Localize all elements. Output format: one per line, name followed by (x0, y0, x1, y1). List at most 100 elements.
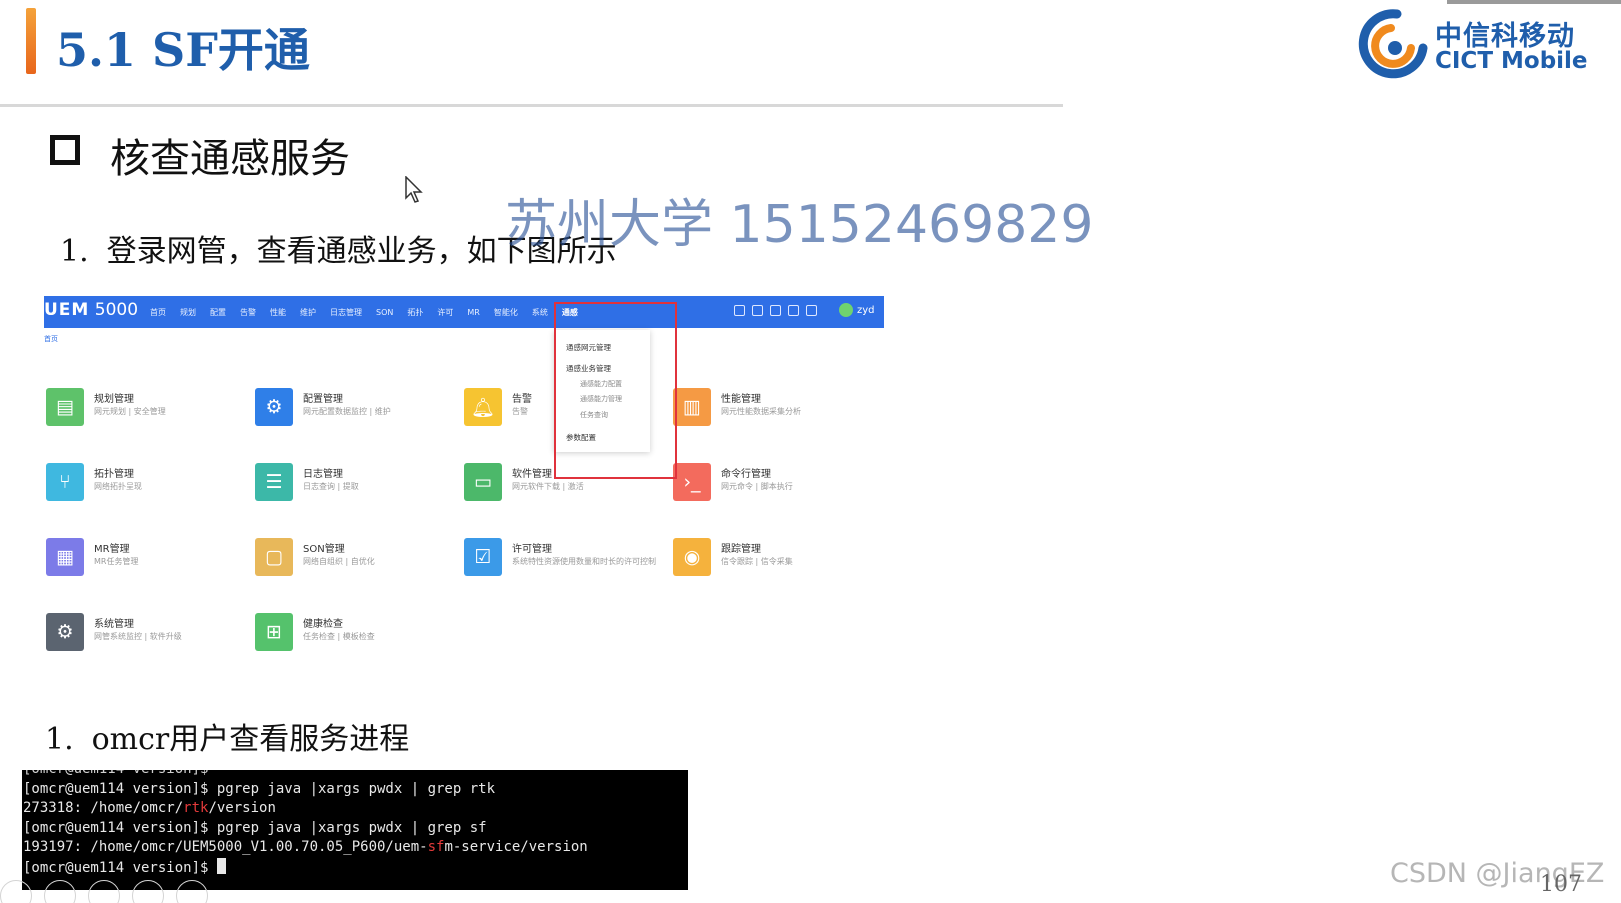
gear-icon: ⚙ (255, 388, 293, 426)
presentation-toolbar (0, 880, 208, 903)
lock-icon[interactable] (752, 305, 763, 316)
uem-menu-item[interactable]: 许可 (437, 307, 453, 318)
gear-icon: ⚙ (46, 613, 84, 651)
uem-module-tile[interactable]: ⚙ 配置管理网元配置数据监控 | 维护 (255, 388, 465, 448)
list-icon: ☰ (255, 463, 293, 501)
pen-icon[interactable] (44, 880, 76, 903)
uem-module-tile[interactable]: ▤ 规划管理网元规划 | 安全管理 (46, 388, 256, 448)
uem-menu-item[interactable]: 拓扑 (407, 307, 423, 318)
logo-text-en: CICT Mobile (1435, 48, 1588, 74)
uem-menu-item[interactable]: 首页 (150, 307, 166, 318)
tile-description: 网管系统监控 | 软件升级 (94, 632, 182, 641)
document-list-icon: ▦ (46, 538, 84, 576)
zoom-icon[interactable] (132, 880, 164, 903)
topology-icon: ⑂ (46, 463, 84, 501)
uem-screenshot: UEM 5000 首页 规划 配置 告警 性能 维护 日志管理 SON 拓扑 许可 MR 智能化 系统通… (44, 296, 884, 686)
uem-module-tile[interactable]: ◉ 跟踪管理 信令跟踪 | 信令采集 (673, 538, 883, 598)
section-bullet-box (50, 135, 80, 165)
download-icon[interactable] (770, 305, 781, 316)
text-watermark: 苏州大学 15152469829 (505, 195, 1094, 255)
tile-description: 任务检查 | 模板检查 (303, 632, 375, 641)
terminal-cmd-2: [omcr@uem114 version]$ pgrep java |xargs… (23, 819, 487, 836)
tile-name: 规划管理 (94, 394, 134, 405)
uem-menu-item[interactable]: 日志管理 (330, 307, 362, 318)
uem-module-tile[interactable]: ▦ MR管理 MR任务管理 (46, 538, 256, 598)
slide-title: 5.1 SF开通 (56, 23, 310, 77)
mouse-cursor-icon (405, 176, 423, 203)
tile-name: 性能管理 (721, 394, 761, 405)
medical-kit-icon: ⊞ (255, 613, 293, 651)
bar-chart-icon: ▥ (673, 388, 711, 426)
top-edge-rule (1447, 0, 1621, 4)
monitor-icon: ▭ (464, 463, 502, 501)
uem-module-tile[interactable]: ▥ 性能管理网元性能数据采集分析 (673, 388, 883, 448)
uem-menu-item[interactable]: 告警 (240, 307, 256, 318)
breadcrumb[interactable]: 首页 (44, 334, 58, 344)
terminal-output-2: 193197: /home/omcr/UEM5000_V1.00.70.05_P… (23, 839, 588, 856)
square-icon: ▢ (255, 538, 293, 576)
highlight-red-box (554, 302, 677, 479)
uem-logo: UEM 5000 (44, 300, 139, 320)
terminal-icon: ›_ (673, 463, 711, 501)
tile-description: 网元命令 | 脚本执行 (721, 482, 793, 491)
slides-icon[interactable] (88, 880, 120, 903)
uem-top-nav: UEM 5000 首页 规划 配置 告警 性能 维护 日志管理 SON 拓扑 许可 MR 智能化 系统通… (44, 296, 884, 328)
tile-description: 网元性能数据采集分析 (721, 407, 801, 416)
terminal-output-1: 273318: /home/omcr/rtk/version (23, 800, 276, 817)
company-logo: 中信科移动 CICT Mobile (1357, 8, 1607, 80)
more-icon[interactable] (176, 880, 208, 903)
tile-name: 告警 (512, 394, 532, 405)
uem-module-tile[interactable]: ☑ 许可管理 系统特性资源使用数量和时长的许可控制 (464, 538, 674, 598)
uem-module-tile[interactable]: ›_ 命令行管理 网元命令 | 脚本执行 (673, 463, 883, 523)
tile-description: 系统特性资源使用数量和时长的许可控制 (512, 557, 656, 566)
image-icon[interactable] (788, 305, 799, 316)
tile-description: 网络自组织 | 自优化 (303, 557, 375, 566)
uem-menu-item[interactable]: SON (376, 308, 393, 317)
tile-name: SON管理 (303, 544, 345, 555)
uem-user[interactable]: zyd (839, 303, 875, 317)
previous-icon[interactable] (0, 880, 32, 903)
step-2-latin: omcr (91, 722, 170, 757)
tile-name: 系统管理 (94, 619, 134, 630)
location-pin-icon: ◉ (673, 538, 711, 576)
uem-module-tile[interactable]: ▢ SON管理网络自组织 | 自优化 (255, 538, 465, 598)
avatar (839, 303, 853, 317)
terminal-window: [omcr@uem114 version]$ [omcr@uem114 vers… (22, 770, 688, 890)
uem-menu-item[interactable]: 系统 (532, 307, 548, 318)
step-1-number: 1. (60, 234, 89, 269)
step-2-text: 1. omcr用户查看服务进程 (45, 714, 409, 758)
clipboard-person-icon: ▤ (46, 388, 84, 426)
tile-description: MR任务管理 (94, 557, 139, 566)
step-2-number: 1. (45, 722, 74, 757)
cict-logo-icon (1358, 9, 1428, 79)
uem-module-tile[interactable]: ⊞ 健康检查任务检查 | 模板检查 (255, 613, 465, 673)
help-icon[interactable] (806, 305, 817, 316)
terminal-cut-line: [omcr@uem114 version]$ (23, 770, 687, 780)
tile-description: 网络拓扑呈现 (94, 482, 142, 491)
uem-module-tile[interactable]: ⑂ 拓扑管理网络拓扑呈现 (46, 463, 256, 523)
uem-module-tile[interactable]: ⚙ 系统管理网管系统监控 | 软件升级 (46, 613, 256, 673)
uem-menu-item[interactable]: MR (467, 308, 479, 317)
tile-name: MR管理 (94, 544, 130, 555)
uem-module-tile[interactable]: ☰ 日志管理 日志查询 | 提取 (255, 463, 465, 523)
uem-toolbar (734, 305, 817, 316)
uem-menu-item[interactable]: 维护 (300, 307, 316, 318)
tile-name: 拓扑管理 (94, 469, 134, 480)
uem-menu-item[interactable]: 配置 (210, 307, 226, 318)
terminal-prompt[interactable]: [omcr@uem114 version]$ (23, 857, 687, 879)
tile-description: 网元规划 | 安全管理 (94, 407, 166, 416)
tile-name: 健康检查 (303, 619, 343, 630)
user-name: zyd (857, 304, 875, 316)
uem-menu-item[interactable]: 性能 (270, 307, 286, 318)
uem-menu-item[interactable]: 规划 (180, 307, 196, 318)
tile-name: 配置管理 (303, 394, 343, 405)
bell-icon: 🔔︎ (464, 388, 502, 426)
tile-name: 许可管理 (512, 544, 552, 555)
tile-description: 日志查询 | 提取 (303, 482, 359, 491)
title-accent-bar (26, 8, 36, 74)
tile-description: 网元软件下载 | 激活 (512, 482, 584, 491)
uem-menu-item[interactable]: 智能化 (494, 307, 518, 318)
title-divider (0, 104, 1063, 107)
mail-icon[interactable] (734, 305, 745, 316)
tile-description: 网元配置数据监控 | 维护 (303, 407, 391, 416)
